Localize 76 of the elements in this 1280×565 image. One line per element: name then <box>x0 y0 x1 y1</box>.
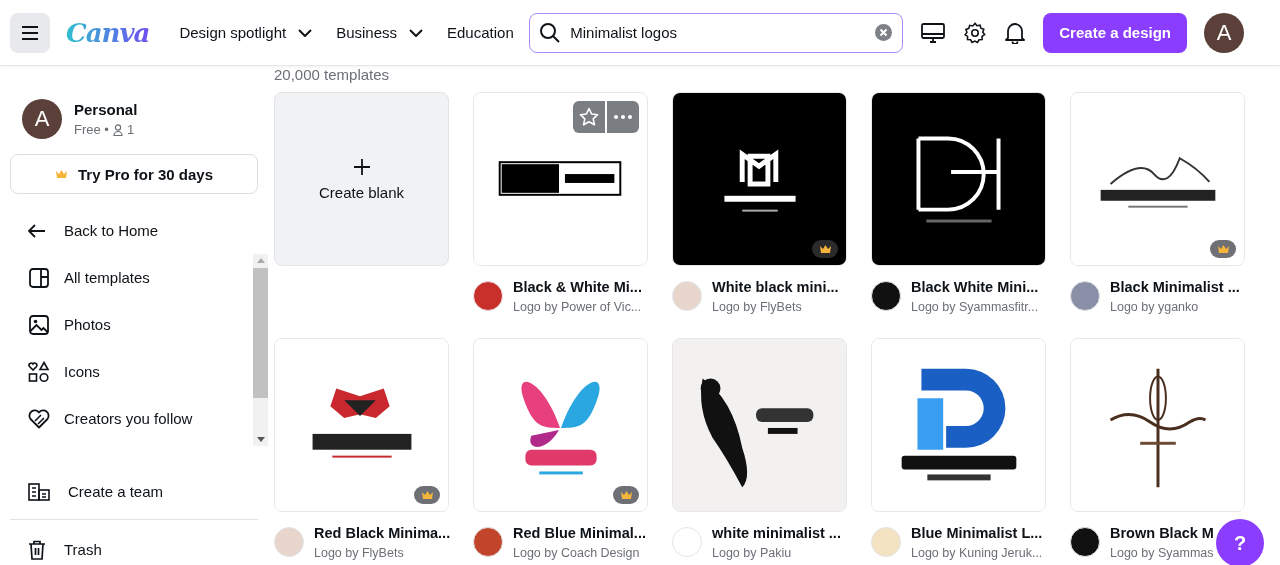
menu-button[interactable] <box>10 12 50 53</box>
template-author: Logo by Kuning Jeruk... <box>911 546 1043 560</box>
template-author: Logo by Syammas <box>1110 546 1214 560</box>
creator-avatar <box>871 281 901 311</box>
template-author: Logo by Coach Design <box>513 546 641 560</box>
template-title[interactable]: Blue Minimalist L... <box>911 525 1043 541</box>
plus-icon <box>352 157 371 176</box>
menu-icon <box>21 24 39 41</box>
chevron-down-icon <box>298 28 313 37</box>
avatar[interactable]: A <box>1204 12 1244 53</box>
template-author: Logo by Power of Vic... <box>513 300 642 314</box>
crown-icon <box>54 169 68 179</box>
creator-avatar <box>672 281 702 311</box>
back-arrow-icon <box>28 223 46 238</box>
sidebar-item[interactable]: Photos <box>10 301 253 348</box>
more-button[interactable] <box>607 101 639 133</box>
create-design-button[interactable]: Create a design <box>1043 12 1187 53</box>
plan-label: Free • <box>74 122 109 137</box>
crown-icon <box>818 244 832 254</box>
building-icon <box>28 482 50 501</box>
avatar: A <box>22 99 62 139</box>
sidebar-item[interactable]: Creators you follow <box>10 395 253 442</box>
sidebar-item[interactable]: Icons <box>10 348 253 395</box>
trash-icon <box>28 539 46 560</box>
star-button[interactable] <box>573 101 605 133</box>
nav-menu[interactable]: Business <box>336 24 423 41</box>
crown-icon <box>1216 244 1230 254</box>
template-author: Logo by Syammasfitr... <box>911 300 1039 314</box>
person-icon <box>112 123 123 136</box>
create-team-link[interactable]: Create a team <box>10 468 268 515</box>
template-author: Logo by yganko <box>1110 300 1200 314</box>
nav-menu[interactable]: Education <box>447 24 514 41</box>
creator-avatar <box>274 527 304 557</box>
notification-bell-icon[interactable] <box>1005 21 1026 44</box>
nav-menu[interactable]: Design spotlight <box>179 24 313 41</box>
scrollbar[interactable] <box>253 254 268 446</box>
heart-icon <box>28 408 50 429</box>
creator-avatar <box>473 527 503 557</box>
result-count: 20,000 templates <box>274 66 391 85</box>
shapes-icon <box>28 360 50 383</box>
template-title[interactable]: Red Black Minima... <box>314 525 451 541</box>
image-icon <box>28 314 50 335</box>
desktop-icon[interactable] <box>921 22 946 43</box>
back-to-home-link[interactable]: Back to Home <box>10 207 268 254</box>
help-button[interactable]: ? <box>1216 519 1264 565</box>
creator-avatar <box>871 527 901 557</box>
account-name: Personal <box>74 101 138 118</box>
creator-avatar <box>1070 527 1100 557</box>
chevron-down-icon <box>409 28 423 37</box>
clear-icon[interactable] <box>875 23 893 41</box>
template-author: Logo by Pakiu <box>712 546 793 560</box>
try-pro-button[interactable]: Try Pro for 30 days <box>10 154 258 194</box>
creator-avatar <box>1070 281 1100 311</box>
more-icon <box>614 115 632 119</box>
template-title[interactable]: white minimalist ... <box>712 525 841 541</box>
creator-avatar <box>672 527 702 557</box>
template-author: Logo by FlyBets <box>314 546 405 560</box>
template-title[interactable]: Black White Mini... <box>911 279 1039 295</box>
create-blank-button[interactable]: Create blank <box>274 92 449 266</box>
template-title[interactable]: Black Minimalist ... <box>1110 279 1240 295</box>
star-icon <box>579 107 599 127</box>
template-author: Logo by FlyBets <box>712 300 803 314</box>
template-title[interactable]: Black & White Mi... <box>513 279 642 295</box>
search-icon <box>539 21 562 44</box>
crown-icon <box>619 490 633 500</box>
layout-icon <box>28 267 50 288</box>
template-title[interactable]: Brown Black M <box>1110 525 1214 541</box>
template-title[interactable]: Red Blue Minimal... <box>513 525 646 541</box>
settings-icon[interactable] <box>964 21 987 44</box>
member-count: 1 <box>126 122 135 137</box>
trash-link[interactable]: Trash <box>10 526 268 565</box>
sidebar-item[interactable]: All templates <box>10 254 253 301</box>
creator-avatar <box>473 281 503 311</box>
search-field[interactable]: Minimalist logos <box>529 12 904 53</box>
crown-icon <box>420 490 434 500</box>
template-title[interactable]: White black mini... <box>712 279 839 295</box>
